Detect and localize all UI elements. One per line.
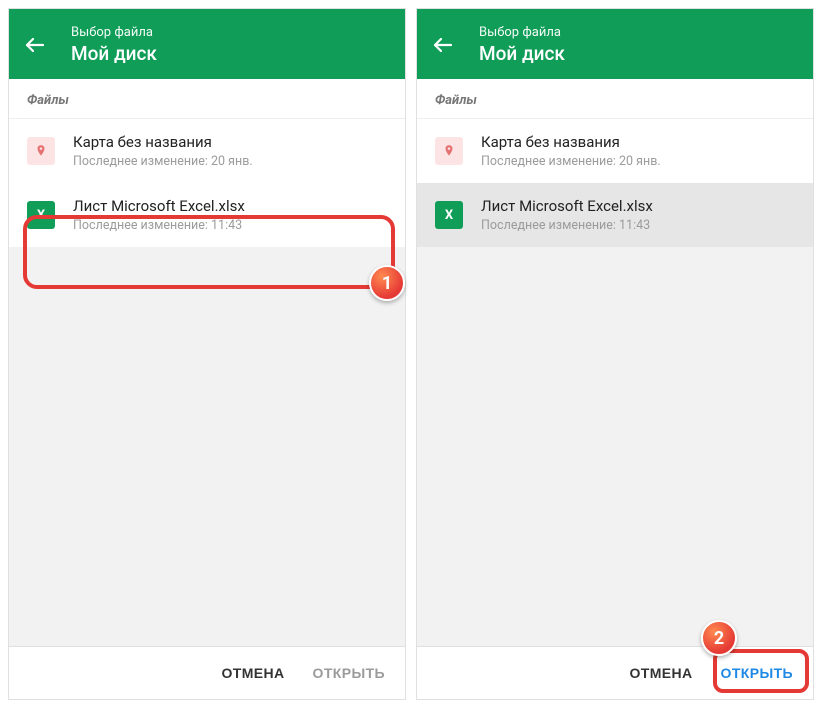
file-title: Лист Microsoft Excel.xlsx: [481, 197, 653, 215]
back-arrow-icon[interactable]: [23, 33, 47, 57]
file-list: Карта без названия Последнее изменение: …: [9, 119, 405, 247]
file-row-map[interactable]: Карта без названия Последнее изменение: …: [417, 119, 813, 183]
app-header: Выбор файла Мой диск: [9, 9, 405, 79]
header-title: Мой диск: [71, 42, 157, 65]
cancel-button[interactable]: ОТМЕНА: [629, 665, 692, 681]
back-arrow-icon[interactable]: [431, 33, 455, 57]
empty-area: [417, 247, 813, 646]
map-pin-icon: [435, 137, 463, 165]
cancel-button[interactable]: ОТМЕНА: [221, 665, 284, 681]
file-row-map[interactable]: Карта без названия Последнее изменение: …: [9, 119, 405, 183]
header-titles: Выбор файла Мой диск: [479, 25, 565, 65]
file-meta: Лист Microsoft Excel.xlsx Последнее изме…: [73, 197, 245, 233]
footer-actions: ОТМЕНА ОТКРЫТЬ: [9, 646, 405, 699]
screen-left: Выбор файла Мой диск Файлы Карта без наз…: [8, 8, 406, 700]
file-title: Карта без названия: [73, 133, 253, 151]
open-button[interactable]: ОТКРЫТЬ: [313, 665, 385, 681]
footer-actions: ОТМЕНА ОТКРЫТЬ: [417, 646, 813, 699]
file-title: Лист Microsoft Excel.xlsx: [73, 197, 245, 215]
file-row-excel[interactable]: X Лист Microsoft Excel.xlsx Последнее из…: [9, 183, 405, 247]
file-meta: Карта без названия Последнее изменение: …: [481, 133, 661, 169]
file-meta: Лист Microsoft Excel.xlsx Последнее изме…: [481, 197, 653, 233]
empty-area: [9, 247, 405, 646]
section-label-files: Файлы: [417, 79, 813, 119]
map-pin-icon: [27, 137, 55, 165]
excel-file-icon: X: [27, 201, 55, 229]
file-subtitle: Последнее изменение: 20 янв.: [73, 154, 253, 169]
screen-right: Выбор файла Мой диск Файлы Карта без наз…: [416, 8, 814, 700]
file-list: Карта без названия Последнее изменение: …: [417, 119, 813, 247]
header-subtitle: Выбор файла: [479, 25, 565, 40]
file-meta: Карта без названия Последнее изменение: …: [73, 133, 253, 169]
header-subtitle: Выбор файла: [71, 25, 157, 40]
header-titles: Выбор файла Мой диск: [71, 25, 157, 65]
file-title: Карта без названия: [481, 133, 661, 151]
file-subtitle: Последнее изменение: 11:43: [73, 218, 245, 233]
file-subtitle: Последнее изменение: 11:43: [481, 218, 653, 233]
app-header: Выбор файла Мой диск: [417, 9, 813, 79]
file-subtitle: Последнее изменение: 20 янв.: [481, 154, 661, 169]
section-label-files: Файлы: [9, 79, 405, 119]
excel-file-icon: X: [435, 201, 463, 229]
open-button[interactable]: ОТКРЫТЬ: [721, 665, 793, 681]
header-title: Мой диск: [479, 42, 565, 65]
file-row-excel[interactable]: X Лист Microsoft Excel.xlsx Последнее из…: [417, 183, 813, 247]
